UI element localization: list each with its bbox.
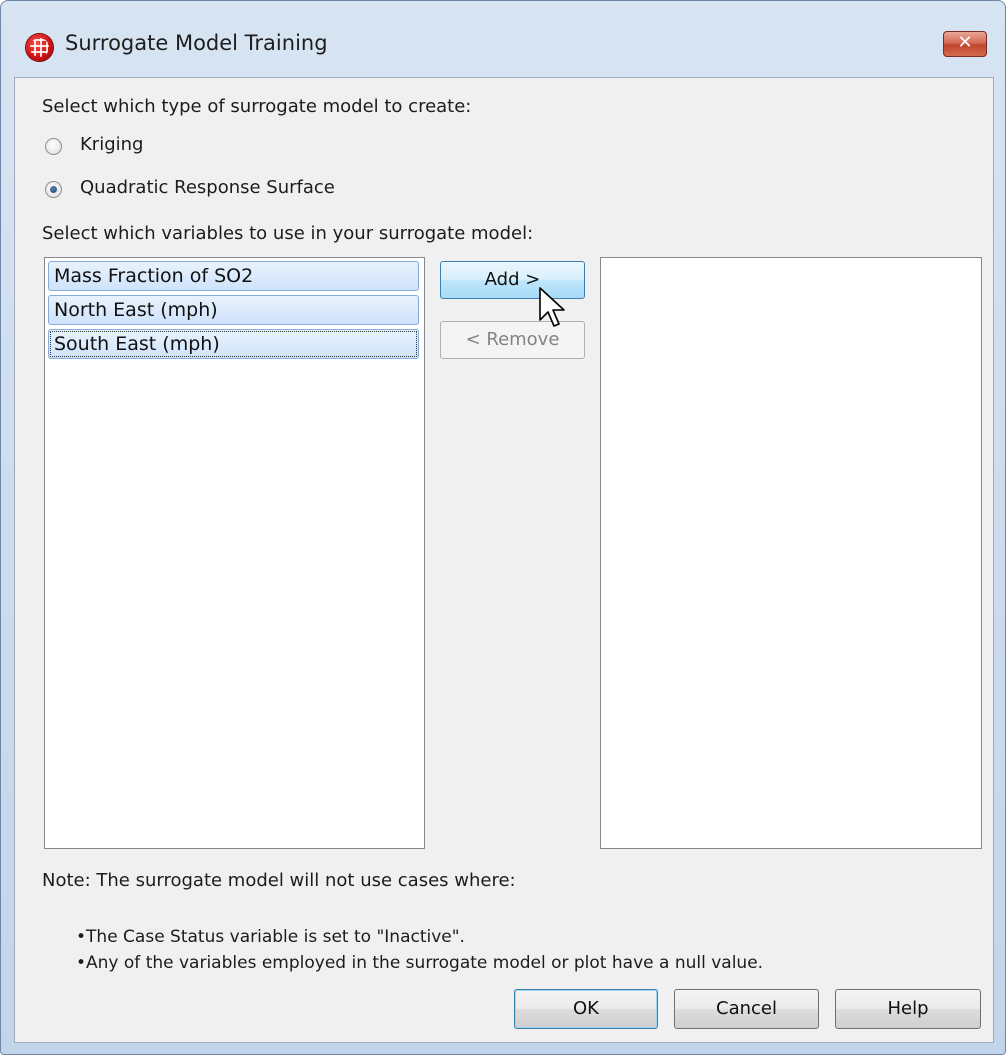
quadratic-response-surface-radio[interactable] xyxy=(45,181,62,198)
help-button[interactable]: Help xyxy=(835,989,981,1029)
model-type-prompt: Select which type of surrogate model to … xyxy=(42,96,472,117)
window-title: Surrogate Model Training xyxy=(65,31,328,55)
quadratic-response-surface-label[interactable]: Quadratic Response Surface xyxy=(80,177,335,198)
note-bullet-2: •Any of the variables employed in the su… xyxy=(76,953,763,973)
close-button[interactable]: ✕ xyxy=(943,31,987,57)
selected-variables-list[interactable] xyxy=(600,257,982,849)
app-icon xyxy=(26,34,53,61)
list-item[interactable]: Mass Fraction of SO2 xyxy=(48,261,419,291)
note-heading: Note: The surrogate model will not use c… xyxy=(42,870,516,891)
bullet-icon: • xyxy=(76,927,87,947)
cancel-button[interactable]: Cancel xyxy=(674,989,819,1029)
title-bar[interactable]: Surrogate Model Training ✕ xyxy=(1,1,1005,77)
ok-button[interactable]: OK xyxy=(514,989,658,1029)
bullet-icon: • xyxy=(76,953,87,973)
dialog-window: Surrogate Model Training ✕ Select which … xyxy=(0,0,1006,1055)
list-item[interactable]: South East (mph) xyxy=(48,329,419,359)
kriging-radio[interactable] xyxy=(45,138,62,155)
available-variables-list[interactable]: Mass Fraction of SO2 North East (mph) So… xyxy=(44,257,425,849)
note-bullet-text: Any of the variables employed in the sur… xyxy=(86,953,764,973)
kriging-label[interactable]: Kriging xyxy=(80,134,143,155)
list-item[interactable]: North East (mph) xyxy=(48,295,419,325)
mouse-cursor-icon xyxy=(539,287,565,327)
note-bullet-1: •The Case Status variable is set to "Ina… xyxy=(76,927,465,947)
variables-prompt: Select which variables to use in your su… xyxy=(42,223,534,244)
note-bullet-text: The Case Status variable is set to "Inac… xyxy=(86,927,465,947)
